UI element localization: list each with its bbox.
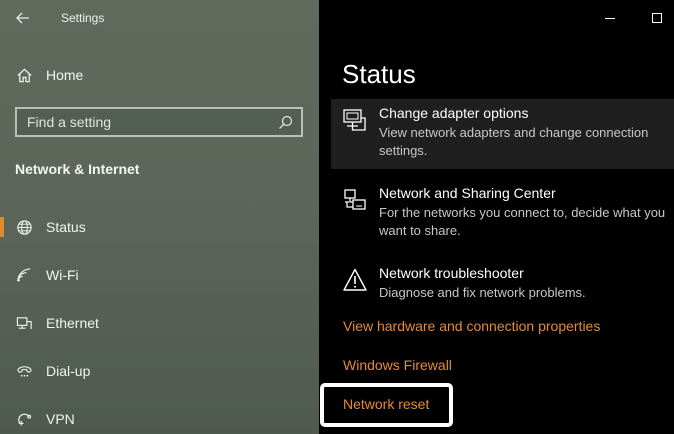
sidebar-item-label: Home xyxy=(46,67,84,83)
dialup-icon xyxy=(15,362,33,380)
network-troubleshooter-link[interactable]: Network troubleshooter Diagnose and fix … xyxy=(331,259,674,309)
sidebar-item-label: Dial-up xyxy=(46,363,91,379)
network-sharing-center-link[interactable]: Network and Sharing Center For the netwo… xyxy=(331,179,674,249)
network-adapter-icon xyxy=(342,107,368,133)
sharing-center-icon xyxy=(342,187,368,213)
windows-firewall-link[interactable]: Windows Firewall xyxy=(343,357,452,373)
maximize-icon xyxy=(652,13,662,23)
navigation-pane: Settings Home Network & Internet Status xyxy=(0,0,319,434)
minimize-icon xyxy=(605,18,615,19)
search-icon[interactable] xyxy=(278,115,293,130)
home-icon xyxy=(15,66,33,84)
sidebar-item-wifi[interactable]: Wi-Fi xyxy=(0,257,319,293)
sidebar-item-label: Wi-Fi xyxy=(46,267,79,283)
back-arrow-icon xyxy=(16,12,29,24)
warning-icon xyxy=(342,267,368,293)
content-pane: Status Change adapter options View netwo… xyxy=(319,0,674,434)
change-adapter-options-link[interactable]: Change adapter options View network adap… xyxy=(331,99,674,169)
view-hardware-properties-link[interactable]: View hardware and connection properties xyxy=(343,318,600,334)
page-title: Status xyxy=(342,59,416,89)
search-field[interactable] xyxy=(15,107,303,137)
section-heading: Network & Internet xyxy=(15,161,140,177)
entry-title: Network and Sharing Center xyxy=(379,185,556,201)
sidebar-item-home[interactable]: Home xyxy=(0,57,319,93)
sidebar-item-label: Ethernet xyxy=(46,315,99,331)
window-title: Settings xyxy=(61,11,105,25)
search-input[interactable] xyxy=(17,114,267,130)
back-button[interactable] xyxy=(10,6,36,30)
sidebar-item-vpn[interactable]: VPN xyxy=(0,401,319,434)
sidebar-item-status[interactable]: Status xyxy=(0,209,319,245)
entry-description: Diagnose and fix network problems. xyxy=(379,285,586,300)
sidebar-item-ethernet[interactable]: Ethernet xyxy=(0,305,319,341)
ethernet-icon xyxy=(15,314,33,332)
entry-description: View network adapters and change connect… xyxy=(379,125,649,158)
maximize-button[interactable] xyxy=(646,8,668,28)
sidebar-item-label: VPN xyxy=(46,411,75,427)
network-reset-link[interactable]: Network reset xyxy=(343,396,429,412)
wifi-icon xyxy=(15,266,33,284)
entry-description: For the networks you connect to, decide … xyxy=(379,205,666,238)
entry-title: Change adapter options xyxy=(379,105,529,121)
sidebar-item-dialup[interactable]: Dial-up xyxy=(0,353,319,389)
entry-title: Network troubleshooter xyxy=(379,265,524,281)
sidebar-item-label: Status xyxy=(46,219,86,235)
vpn-icon xyxy=(15,410,33,428)
active-indicator xyxy=(0,217,4,237)
minimize-button[interactable] xyxy=(599,8,621,28)
globe-icon xyxy=(15,218,33,236)
